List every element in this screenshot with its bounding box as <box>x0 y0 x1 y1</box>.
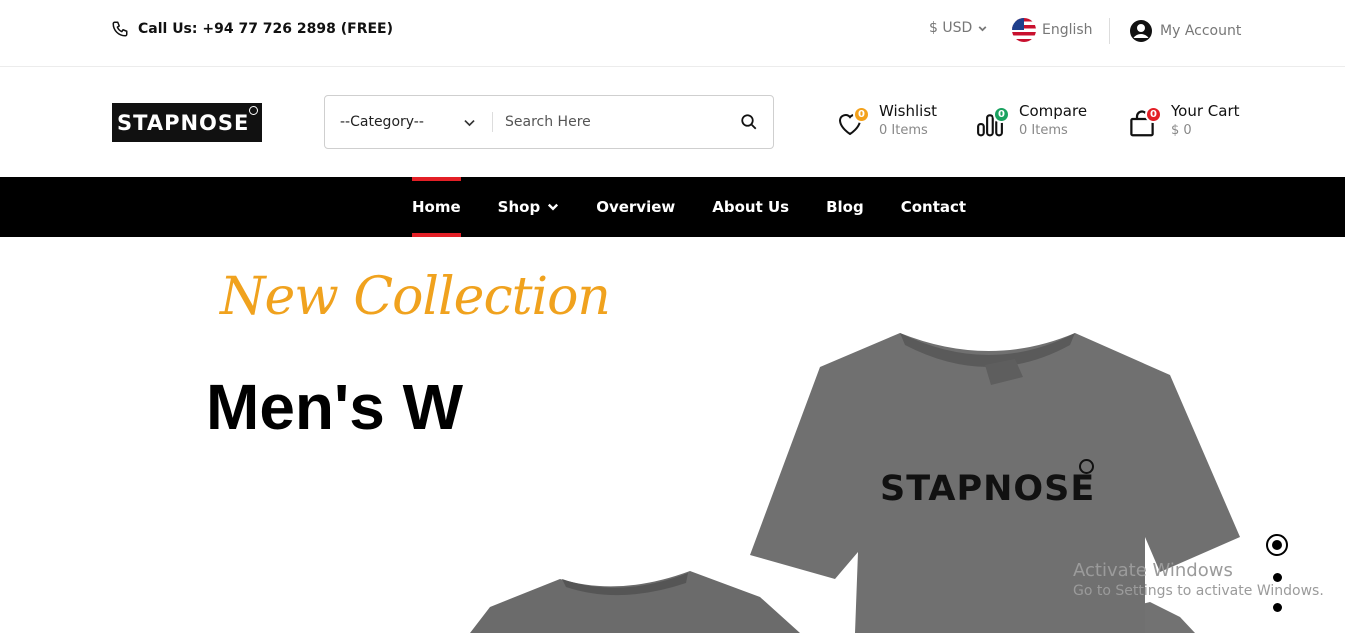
call-us-text: Call Us: +94 77 726 2898 (FREE) <box>138 21 394 37</box>
compare-link[interactable]: 0 Compare 0 Items <box>975 101 1087 141</box>
search-bar: --Category-- Search Here <box>324 95 774 149</box>
us-flag-icon <box>1012 18 1036 42</box>
call-us[interactable]: Call Us: +94 77 726 2898 (FREE) <box>111 20 393 38</box>
shirt-logo-mark-icon <box>1079 459 1094 474</box>
wishlist-items: 0 Items <box>879 123 928 138</box>
my-account-label: My Account <box>1160 23 1242 39</box>
hero-tagline: New Collection <box>220 267 611 327</box>
chevron-down-icon <box>464 119 475 126</box>
wishlist-label: Wishlist <box>879 102 938 120</box>
cart-total: $ 0 <box>1171 123 1192 138</box>
nav-overview-label: Overview <box>596 198 676 216</box>
user-icon <box>1130 20 1152 42</box>
wishlist-icon-wrap: 0 <box>835 103 871 139</box>
top-bar: Call Us: +94 77 726 2898 (FREE) $ USD En… <box>0 0 1345 67</box>
nav-contact[interactable]: Contact <box>901 177 966 237</box>
nav-shop-label: Shop <box>497 198 541 216</box>
logo[interactable]: STAPNOSE <box>112 103 262 142</box>
cart-count-badge: 0 <box>1145 106 1162 123</box>
slider-dot-3[interactable] <box>1272 603 1282 612</box>
nav-about-us[interactable]: About Us <box>712 177 789 237</box>
logo-text: STAPNOSE <box>117 110 250 135</box>
compare-label: Compare <box>1019 102 1088 120</box>
chevron-down-icon <box>548 203 559 211</box>
compare-icon-wrap: 0 <box>975 103 1011 139</box>
cart-icon-wrap: 0 <box>1127 103 1163 139</box>
shirt-brand-print: STAPNOSE <box>880 469 1096 509</box>
category-label: --Category-- <box>340 114 424 130</box>
compare-count-badge: 0 <box>993 106 1010 123</box>
nav-blog[interactable]: Blog <box>826 177 864 237</box>
slider-dot-1[interactable] <box>1266 534 1288 556</box>
watermark-subtitle: Go to Settings to activate Windows. <box>1073 583 1324 599</box>
category-select[interactable]: --Category-- <box>325 112 493 132</box>
search-input[interactable]: Search Here <box>493 114 725 130</box>
search-icon <box>741 114 757 130</box>
search-button[interactable] <box>725 113 773 131</box>
wishlist-link[interactable]: 0 Wishlist 0 Items <box>835 101 937 141</box>
nav-blog-label: Blog <box>826 198 864 216</box>
nav-home-label: Home <box>412 198 461 216</box>
nav-shop[interactable]: Shop <box>498 177 560 237</box>
currency-selector[interactable]: $ USD <box>929 20 988 36</box>
language-label: English <box>1042 22 1093 38</box>
nav-contact-label: Contact <box>900 198 967 216</box>
divider <box>1109 18 1110 44</box>
currency-label: $ USD <box>929 20 973 36</box>
activate-windows-watermark: Activate Windows Go to Settings to activ… <box>1073 560 1324 599</box>
compare-items: 0 Items <box>1019 123 1068 138</box>
watermark-title: Activate Windows <box>1073 560 1233 581</box>
cart-label: Your Cart <box>1171 102 1240 120</box>
cart-link[interactable]: 0 Your Cart $ 0 <box>1127 101 1240 141</box>
wishlist-count-badge: 0 <box>853 106 870 123</box>
nav-home[interactable]: Home <box>412 177 461 237</box>
nav-about-label: About Us <box>712 198 790 216</box>
phone-icon <box>112 21 128 37</box>
main-nav: Home Shop Overview About Us Blog Contact <box>0 177 1345 237</box>
my-account-link[interactable]: My Account <box>1129 19 1241 43</box>
language-selector[interactable]: English <box>1012 18 1093 42</box>
chevron-down-icon <box>978 25 987 31</box>
nav-overview[interactable]: Overview <box>596 177 675 237</box>
logo-mark-icon <box>249 106 258 115</box>
hero-headline: Men's W <box>206 371 463 443</box>
